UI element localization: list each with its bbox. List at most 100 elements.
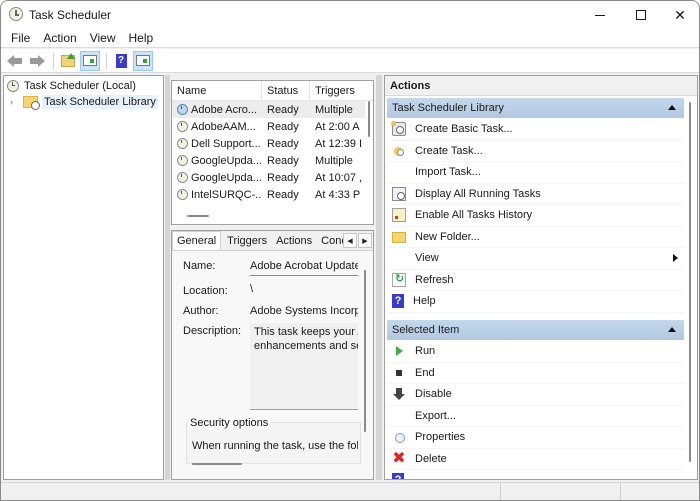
- close-icon: ✕: [674, 6, 686, 23]
- action-delete[interactable]: ✖ Delete: [387, 449, 684, 470]
- task-triggers: At 4:33 P: [315, 188, 361, 201]
- action-import-task[interactable]: Import Task...: [387, 162, 684, 184]
- action-refresh[interactable]: Refresh: [387, 270, 684, 291]
- menu-view[interactable]: View: [85, 29, 121, 47]
- tasks-history-icon: [392, 208, 406, 223]
- task-row[interactable]: Adobe Acro... Ready Multiple: [172, 101, 365, 118]
- task-status: Ready: [267, 137, 299, 150]
- action-enable-all-tasks-history[interactable]: Enable All Tasks History: [387, 205, 684, 227]
- action-pane-icon: [136, 55, 150, 66]
- action-help-partial[interactable]: ?: [387, 470, 684, 479]
- delete-icon: ✖: [392, 449, 406, 467]
- task-list-vertical-scrollbar[interactable]: [368, 101, 370, 137]
- task-clock-icon: [177, 189, 188, 200]
- action-display-all-running-tasks[interactable]: Display All Running Tasks: [387, 184, 684, 205]
- window-title: Task Scheduler: [29, 8, 112, 22]
- column-header-status[interactable]: Status: [262, 81, 310, 100]
- action-end[interactable]: End: [387, 363, 684, 384]
- action-run[interactable]: Run: [387, 341, 684, 363]
- action-create-task[interactable]: Create Task...: [387, 141, 684, 162]
- action-label: End: [415, 366, 435, 379]
- up-folder-icon: [61, 52, 75, 67]
- action-label: Delete: [415, 452, 447, 465]
- task-status: Ready: [267, 154, 299, 167]
- action-create-basic-task[interactable]: Create Basic Task...: [387, 119, 684, 141]
- action-export[interactable]: Export...: [387, 406, 684, 427]
- task-name: Dell Support...: [191, 137, 261, 150]
- task-row[interactable]: GoogleUpda... Ready Multiple: [172, 152, 365, 169]
- tree-item-task-scheduler-local[interactable]: Task Scheduler (Local): [7, 78, 136, 94]
- blank-icon: [392, 409, 406, 423]
- tab-triggers[interactable]: Triggers: [224, 231, 270, 250]
- submenu-arrow-icon: [673, 254, 678, 262]
- task-triggers: Multiple: [315, 103, 353, 116]
- expand-chevron-icon[interactable]: ›: [10, 97, 18, 107]
- task-list: Name Status Triggers Adobe Acro... Ready…: [171, 80, 374, 225]
- detail-horizontal-scrollbar[interactable]: [192, 463, 242, 465]
- author-label: Author:: [183, 305, 219, 317]
- section-header-selected-item[interactable]: Selected Item: [387, 320, 684, 340]
- help-button[interactable]: ?: [111, 51, 131, 71]
- status-segment: [1, 483, 501, 500]
- tree-item-label: Task Scheduler (Local): [24, 80, 136, 92]
- menu-help[interactable]: Help: [124, 29, 159, 47]
- description-line: This task keeps your A: [254, 326, 358, 338]
- description-field[interactable]: This task keeps your A enhancements and …: [250, 323, 358, 410]
- action-label: Display All Running Tasks: [415, 187, 541, 200]
- action-disable[interactable]: Disable: [387, 384, 684, 406]
- security-options-title: Security options: [188, 417, 271, 429]
- task-row[interactable]: AdobeAAM... Ready At 2:00 A: [172, 118, 365, 135]
- actions-vertical-scrollbar[interactable]: [689, 102, 691, 462]
- task-status: Ready: [267, 103, 299, 116]
- left-splitter[interactable]: [165, 75, 170, 480]
- tab-general[interactable]: General: [172, 231, 222, 250]
- show-hide-action-pane-button[interactable]: [133, 50, 153, 71]
- help-icon: ?: [392, 294, 404, 309]
- section-header-task-scheduler-library[interactable]: Task Scheduler Library: [387, 98, 684, 118]
- console-tree-icon: [83, 55, 97, 66]
- tree-item-task-scheduler-library[interactable]: › Task Scheduler Library: [10, 94, 158, 110]
- action-properties[interactable]: Properties: [387, 427, 684, 449]
- minimize-button[interactable]: [577, 1, 623, 29]
- run-icon: [392, 344, 406, 358]
- right-splitter[interactable]: [376, 75, 382, 480]
- back-arrow-icon: [7, 54, 23, 67]
- forward-button[interactable]: [27, 51, 47, 71]
- tab-scroll-left-button[interactable]: ◀: [343, 233, 357, 248]
- action-view[interactable]: View: [387, 248, 684, 270]
- status-segment: [501, 483, 621, 500]
- task-clock-icon: [177, 172, 188, 183]
- column-header-triggers[interactable]: Triggers: [310, 81, 365, 100]
- collapse-caret-icon[interactable]: [668, 105, 676, 110]
- column-header-name[interactable]: Name: [172, 81, 262, 100]
- task-row[interactable]: GoogleUpda... Ready At 10:07 ,: [172, 169, 365, 186]
- task-triggers: At 10:07 ,: [315, 171, 363, 184]
- show-hide-console-tree-button[interactable]: [80, 50, 100, 71]
- back-button[interactable]: [5, 51, 25, 71]
- collapse-caret-icon[interactable]: [668, 327, 676, 332]
- name-label: Name:: [183, 260, 216, 272]
- task-row[interactable]: IntelSURQC-... Ready At 4:33 P: [172, 186, 365, 203]
- actions-title: Actions: [385, 76, 697, 96]
- description-line: enhancements and se: [254, 340, 358, 352]
- forward-arrow-icon: [29, 54, 45, 67]
- minimize-icon: [595, 14, 605, 16]
- close-button[interactable]: ✕: [657, 1, 699, 29]
- action-new-folder[interactable]: New Folder...: [387, 227, 684, 248]
- actions-pane: Actions Task Scheduler Library Create Ba…: [384, 75, 698, 480]
- section-header-label: Task Scheduler Library: [392, 102, 504, 114]
- menu-action[interactable]: Action: [38, 29, 81, 47]
- action-help[interactable]: ? Help: [387, 291, 684, 313]
- up-one-level-button[interactable]: [58, 51, 78, 71]
- detail-vertical-scrollbar[interactable]: [364, 270, 366, 432]
- tab-scroll-right-button[interactable]: ▶: [358, 233, 372, 248]
- menu-bar: File Action View Help: [1, 29, 699, 48]
- task-list-horizontal-scrollbar[interactable]: [187, 215, 209, 217]
- action-label: Create Basic Task...: [415, 123, 513, 136]
- task-row[interactable]: Dell Support... Ready At 12:39 I: [172, 135, 365, 152]
- task-clock-icon: [177, 138, 188, 149]
- blank-icon: [392, 165, 406, 179]
- tab-actions[interactable]: Actions: [273, 231, 315, 250]
- menu-file[interactable]: File: [6, 29, 35, 47]
- name-field[interactable]: Adobe Acrobat Update: [250, 260, 358, 276]
